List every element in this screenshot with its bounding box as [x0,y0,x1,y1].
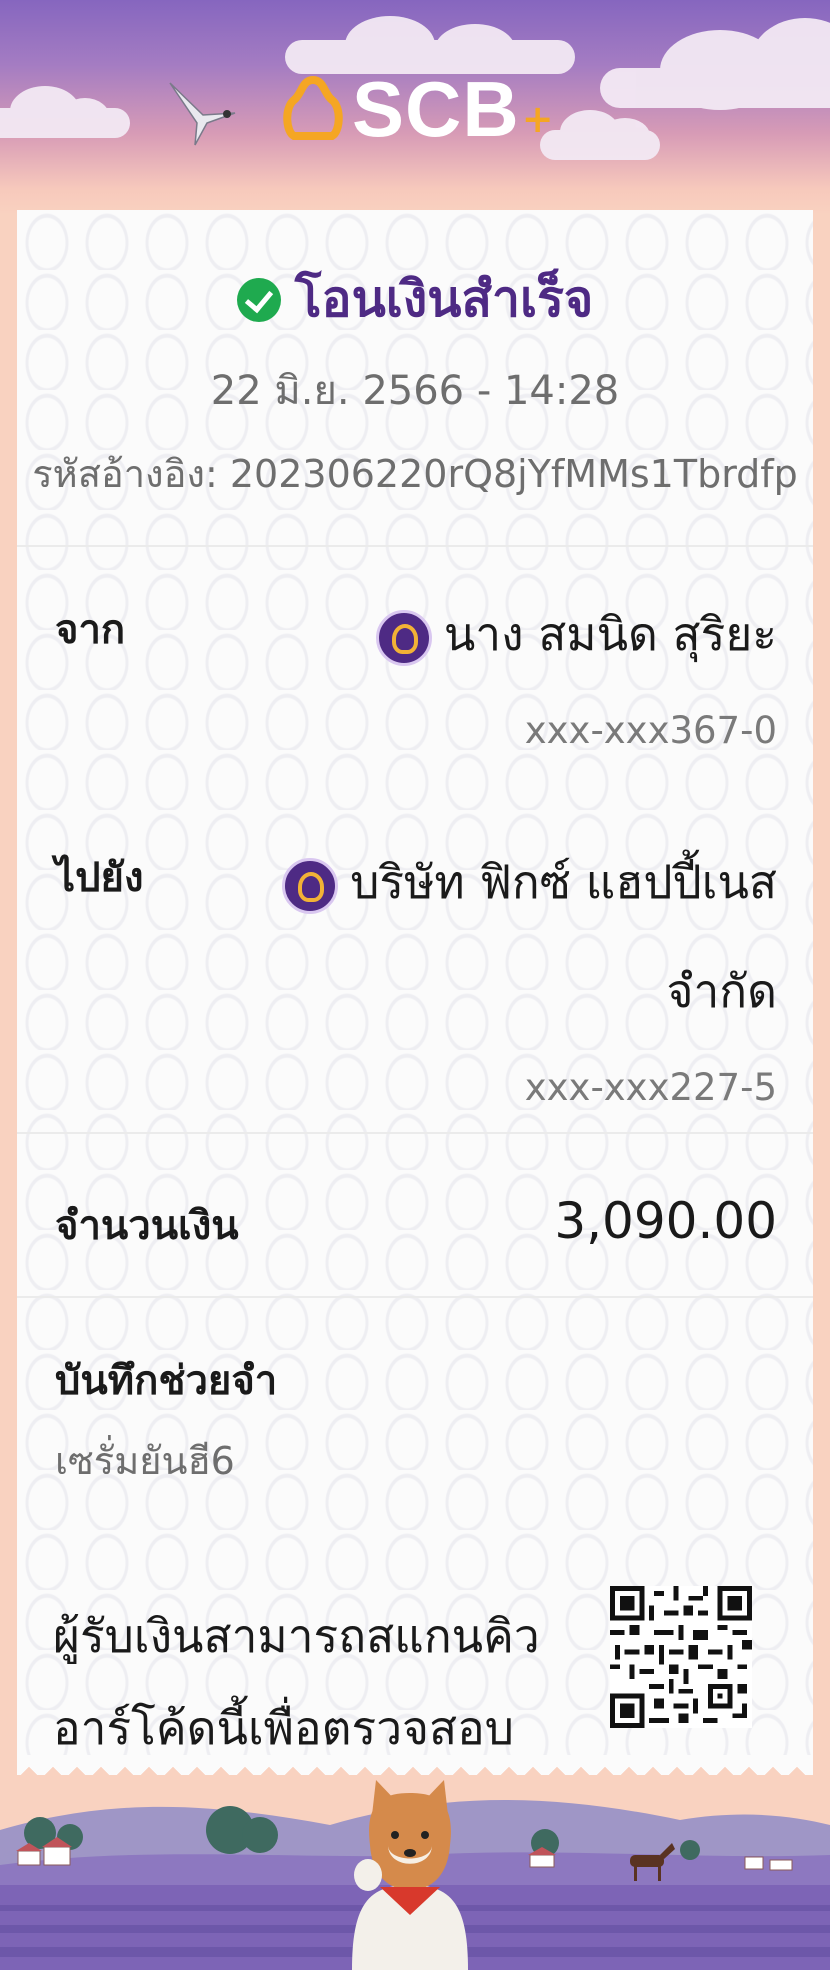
status-row: โอนเงินสำเร็จ [0,260,830,339]
scb-bank-icon [375,609,432,666]
divider [17,1132,813,1134]
amount-value: 3,090.00 [554,1192,777,1250]
from-name-row: นาง สมนิด สุริยะ [375,598,777,671]
memo-value: เซรั่มยันฮี6 [55,1439,235,1483]
to-name-row: บริษัท ฟิกซ์ แฮปปี้เนส [282,846,777,919]
scb-bank-icon [282,857,339,914]
to-name-line1: บริษัท ฟิกซ์ แฮปปี้เนส [350,855,777,909]
cloud-decoration [0,86,130,138]
qr-code[interactable] [610,1586,752,1728]
header-banner: SCB + [0,0,830,215]
amount-label: จำนวนเงิน [55,1203,239,1249]
qr-instruction-line1: ผู้รับเงินสามารถสแกนคิว [53,1609,540,1663]
divider [17,1296,813,1298]
from-block: นาง สมนิด สุริยะ xxx-xxx367-0 [375,598,777,752]
check-circle-icon [236,277,281,322]
to-label: ไปยัง [55,855,144,901]
to-account: xxx-xxx227-5 [524,1066,777,1109]
memo-label: บันทึกช่วยจำ [55,1358,278,1404]
to-name-line2: จำกัด [666,964,777,1018]
bird-icon [169,82,236,146]
from-label: จาก [55,607,126,653]
scb-logo-icon [283,76,343,140]
cloud-decoration [600,18,830,110]
from-name: นาง สมนิด สุริยะ [443,607,777,661]
qr-instruction-line2: อาร์โค้ดนี้เพื่อตรวจสอบ [53,1701,514,1755]
cloud-decoration [540,110,660,160]
logo-plus: + [521,97,554,141]
reference-number: รหัสอ้างอิง: 202306220rQ8jYfMMs1Tbrdfp [32,452,798,496]
logo-text: SCB [352,65,520,153]
scb-logo: SCB + [282,70,554,148]
qr-instruction: ผู้รับเงินสามารถสแกนคิว อาร์โค้ดนี้เพื่อ… [53,1590,540,1774]
from-account: xxx-xxx367-0 [524,709,777,752]
landscape-illustration [0,1775,830,1970]
transaction-datetime: 22 มิ.ย. 2566 - 14:28 [210,368,620,414]
footer-illustration [0,1775,830,1970]
to-block: บริษัท ฟิกซ์ แฮปปี้เนส จำกัด xxx-xxx227-… [282,846,777,1109]
status-title: โอนเงินสำเร็จ [294,270,594,328]
divider [17,545,813,547]
